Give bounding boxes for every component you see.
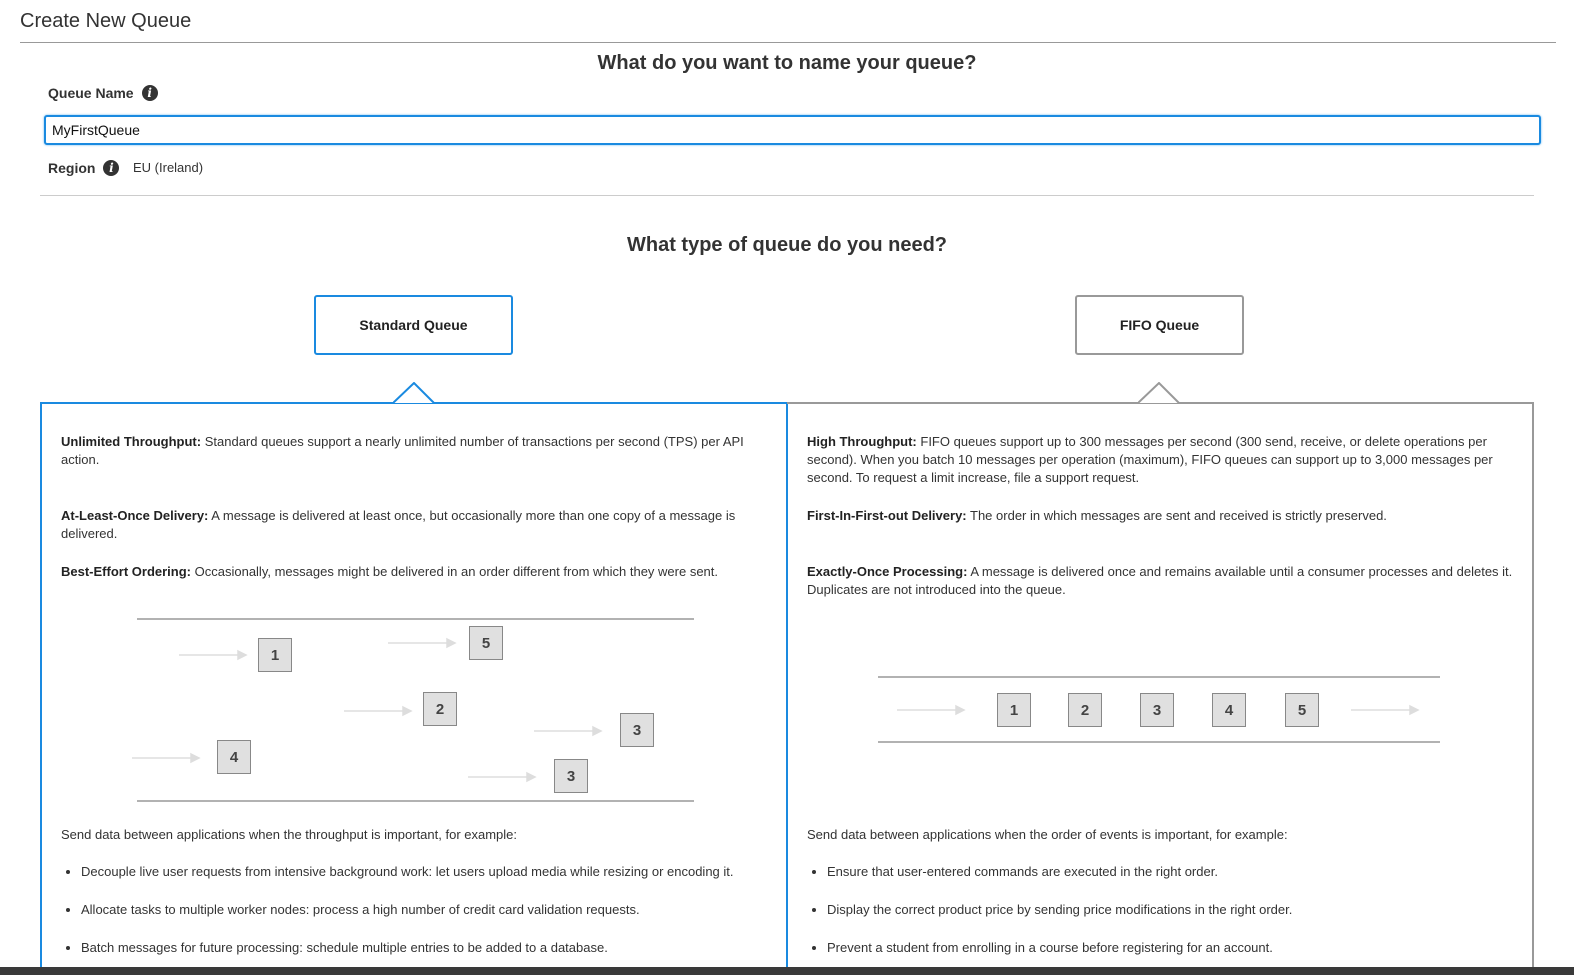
queue-name-input[interactable] <box>44 115 1541 145</box>
info-icon[interactable]: i <box>141 85 158 101</box>
title-divider <box>20 42 1556 43</box>
info-icon[interactable]: i <box>103 160 120 176</box>
message-box: 3 <box>620 713 654 747</box>
feature-fifo-delivery: First-In-First-out Delivery: The order i… <box>807 507 1512 525</box>
feature-title: Best-Effort Ordering: <box>61 564 191 579</box>
standard-diagram <box>132 618 694 802</box>
feature-at-least-once: At-Least-Once Delivery: A message is del… <box>61 507 751 543</box>
standard-queue-button[interactable]: Standard Queue <box>314 295 513 355</box>
message-box: 5 <box>1285 693 1319 727</box>
list-item: Allocate tasks to multiple worker nodes:… <box>81 902 734 940</box>
queue-name-label-text: Queue Name <box>48 85 134 101</box>
message-box: 4 <box>1212 693 1246 727</box>
message-box: 3 <box>554 759 588 793</box>
feature-title: Unlimited Throughput: <box>61 434 202 449</box>
feature-title: At-Least-Once Delivery: <box>61 508 209 523</box>
standard-usecase-intro: Send data between applications when the … <box>61 827 518 842</box>
message-box: 3 <box>1140 693 1174 727</box>
region-label-text: Region <box>48 160 96 176</box>
feature-best-effort: Best-Effort Ordering: Occasionally, mess… <box>61 563 761 581</box>
feature-text: The order in which messages are sent and… <box>970 508 1387 523</box>
section-divider <box>40 195 1534 196</box>
message-box: 4 <box>217 740 251 774</box>
feature-title: High Throughput: <box>807 434 917 449</box>
feature-exactly-once: Exactly-Once Processing: A message is de… <box>807 563 1517 599</box>
list-item: Display the correct product price by sen… <box>827 902 1292 940</box>
window-bottom-edge <box>0 967 1574 975</box>
list-item: Decouple live user requests from intensi… <box>81 864 734 902</box>
unselected-notch <box>1138 382 1180 404</box>
message-box: 1 <box>997 693 1031 727</box>
feature-high-throughput: High Throughput: FIFO queues support up … <box>807 433 1512 487</box>
type-heading: What type of queue do you need? <box>627 234 947 256</box>
message-box: 1 <box>258 638 292 672</box>
fifo-queue-button[interactable]: FIFO Queue <box>1075 295 1244 355</box>
region-value: EU (Ireland) <box>133 160 204 175</box>
name-heading: What do you want to name your queue? <box>597 52 977 74</box>
message-box: 5 <box>469 626 503 660</box>
standard-usecase-list: Decouple live user requests from intensi… <box>61 864 734 978</box>
fifo-usecase-intro: Send data between applications when the … <box>807 827 1288 842</box>
selected-notch <box>393 382 435 404</box>
feature-title: Exactly-Once Processing: <box>807 564 968 579</box>
page-title: Create New Queue <box>20 10 192 32</box>
message-box: 2 <box>1068 693 1102 727</box>
list-item: Ensure that user-entered commands are ex… <box>827 864 1292 902</box>
fifo-usecase-list: Ensure that user-entered commands are ex… <box>807 864 1292 978</box>
feature-unlimited-throughput: Unlimited Throughput: Standard queues su… <box>61 433 751 469</box>
queue-name-label: Queue Name i <box>48 85 158 101</box>
feature-text: Occasionally, messages might be delivere… <box>194 564 719 579</box>
feature-title: First-In-First-out Delivery: <box>807 508 967 523</box>
region-label: Region i <box>48 160 120 176</box>
message-box: 2 <box>423 692 457 726</box>
